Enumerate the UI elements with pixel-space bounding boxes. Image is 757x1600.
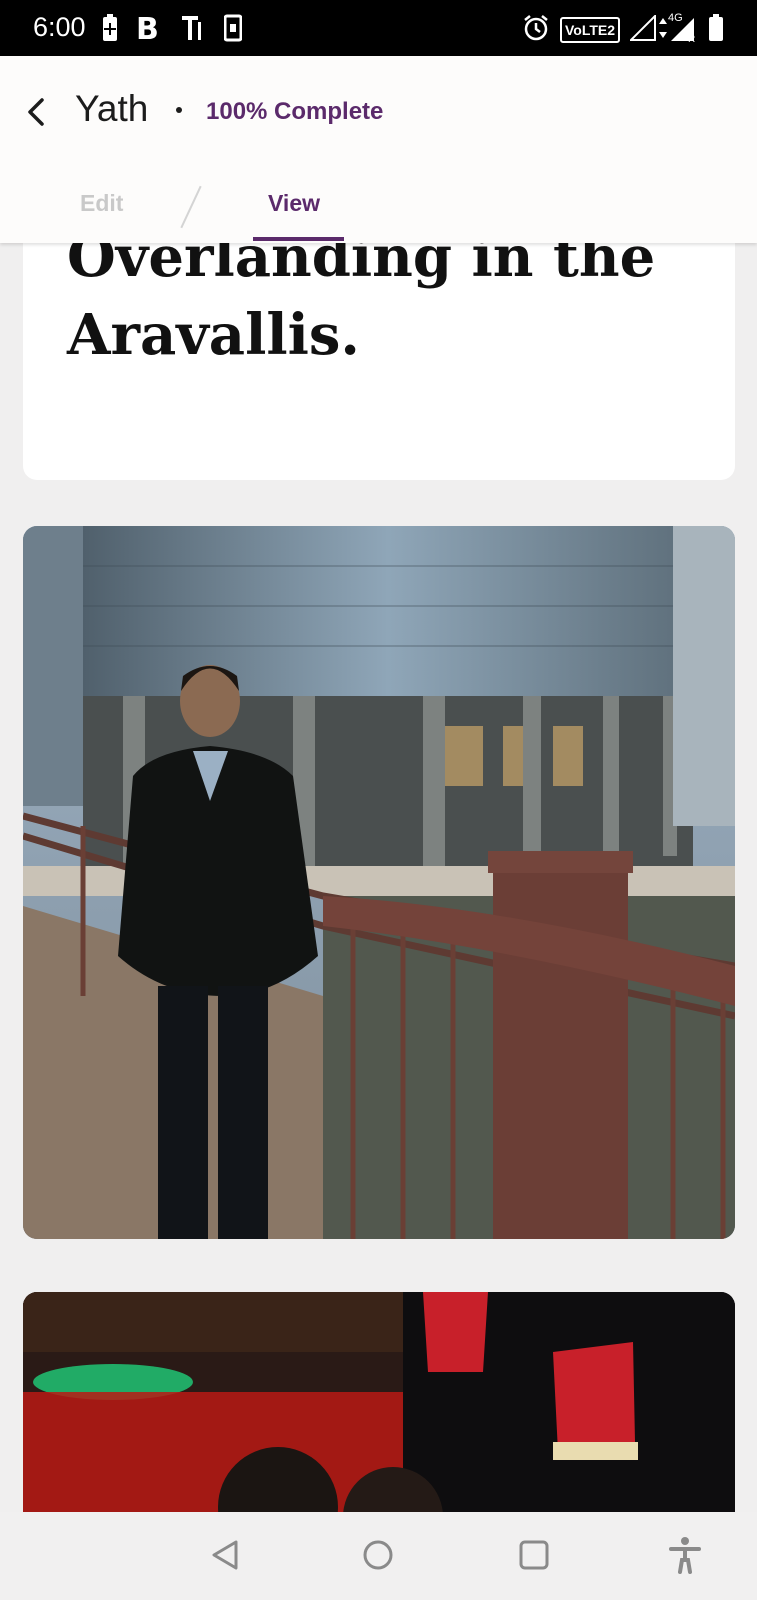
tab-view[interactable]: View [268,190,320,217]
back-arrow-icon[interactable] [22,94,52,130]
back-triangle-icon[interactable] [208,1538,242,1572]
photo-illustration [23,526,735,1239]
separator-dot [176,107,182,113]
battery-icon [709,14,723,41]
signal-icon [630,15,656,41]
data-arrows-icon [659,18,667,38]
tab-divider [180,185,202,229]
t-notification-icon [182,16,201,40]
svg-text:B: B [136,12,159,42]
volte-badge: VoLTE2 [560,17,620,43]
alarm-icon [524,15,548,41]
tab-edit[interactable]: Edit [80,190,123,217]
sim-icon [224,14,242,42]
signal-full-icon: R [671,18,695,43]
status-time: 6:00 [33,12,86,42]
battery-saver-icon [103,14,117,41]
svg-text:R: R [688,34,695,43]
home-circle-icon[interactable] [361,1538,395,1572]
completion-status: 100% Complete [206,98,384,125]
system-nav-bar [0,1512,757,1600]
photo-illustration-second [23,1292,735,1512]
recents-square-icon[interactable] [517,1538,551,1572]
page-title: Yath [75,88,149,129]
accessibility-icon[interactable] [668,1536,702,1574]
active-tab-indicator [253,237,344,241]
status-bar: 6:00 B VoLTE2 4G R [0,0,757,56]
b-notification-icon: B [136,12,159,42]
story-photo[interactable] [23,526,735,1239]
app-header: Yath 100% Complete Edit View [0,56,757,243]
story-photo-second[interactable] [23,1292,735,1512]
